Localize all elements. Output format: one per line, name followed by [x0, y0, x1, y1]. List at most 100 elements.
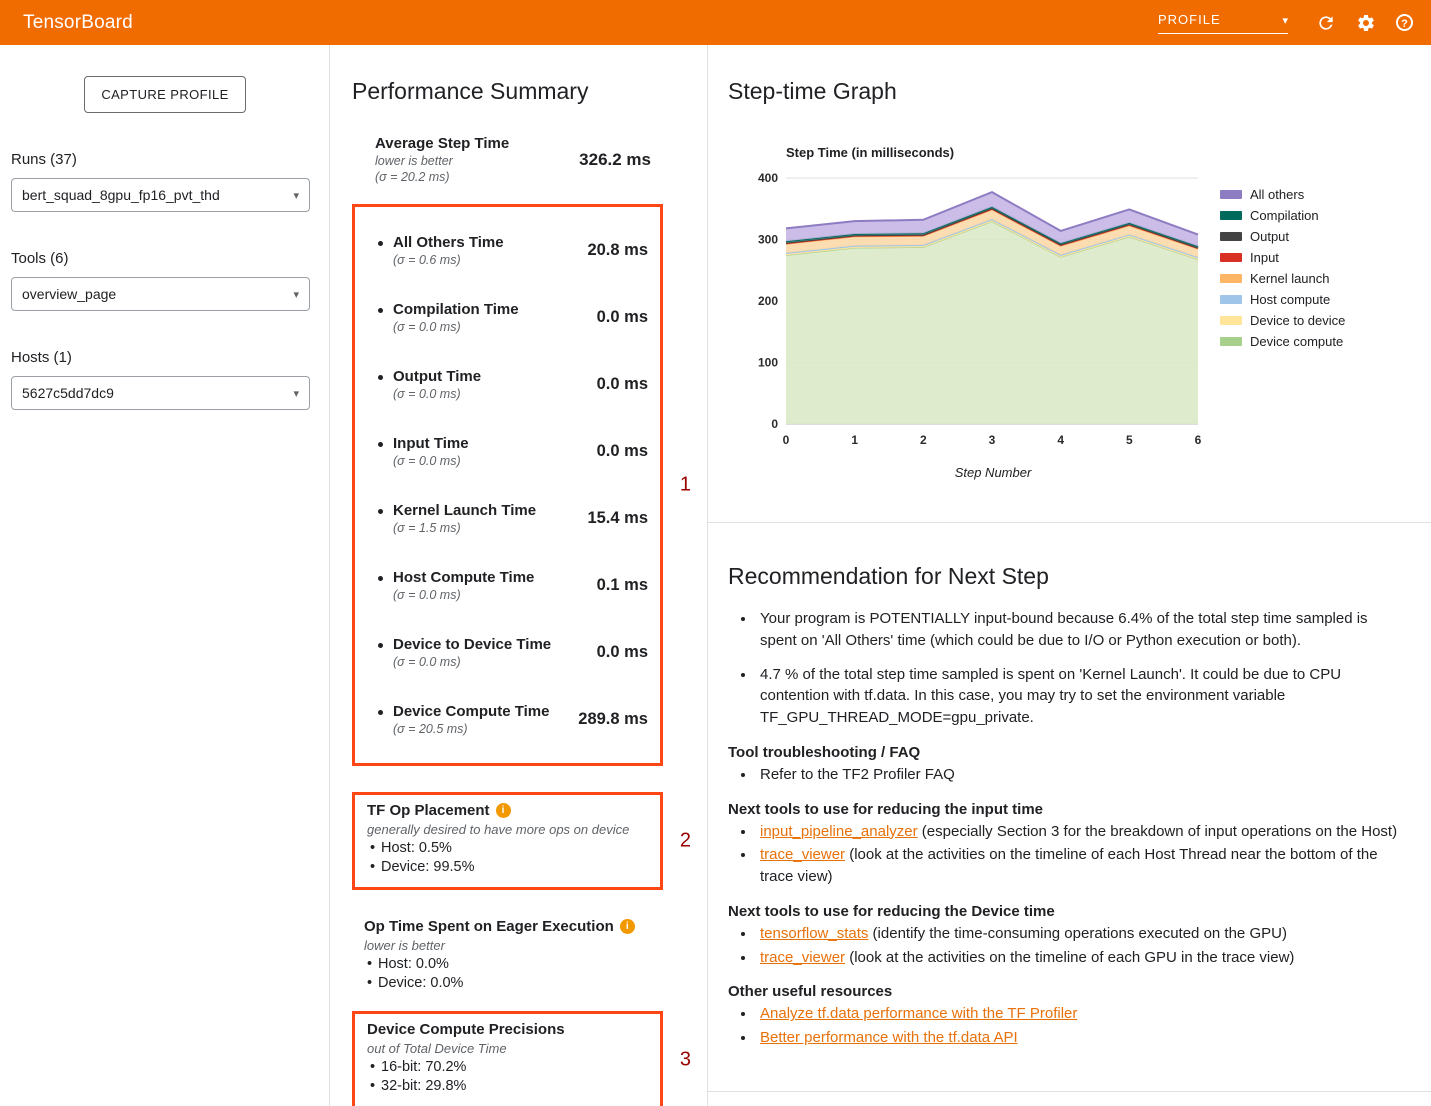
list-item: Device: 0.0% — [364, 974, 651, 993]
list-item: Refer to the TF2 Profiler FAQ — [756, 764, 1405, 786]
metric-value: 0.1 ms — [597, 576, 648, 595]
link[interactable]: input_pipeline_analyzer — [760, 823, 918, 840]
summary-metric-row: Host Compute Time (σ = 0.0 ms) 0.1 ms — [378, 552, 648, 619]
dashboard-selector[interactable]: PROFILE ▾ — [1158, 12, 1288, 34]
metric-sigma: (σ = 20.2 ms) — [375, 170, 509, 184]
section-title: TF Op Placement — [367, 802, 490, 819]
list-item: input_pipeline_analyzer (especially Sect… — [756, 821, 1405, 843]
metric-sigma: (σ = 0.0 ms) — [393, 588, 597, 602]
summary-metric-row: All Others Time (σ = 0.6 ms) 20.8 ms — [378, 217, 648, 284]
capture-profile-button[interactable]: CAPTURE PROFILE — [84, 76, 245, 113]
help-button[interactable]: ? — [1396, 14, 1413, 31]
svg-text:300: 300 — [758, 233, 778, 247]
list-item: tensorflow_stats (identify the time-cons… — [756, 923, 1405, 945]
legend-label: Host compute — [1250, 292, 1330, 307]
metric-sigma: (σ = 0.6 ms) — [393, 253, 587, 267]
info-icon[interactable]: i — [620, 919, 635, 934]
summary-metric-row: Device Compute Time (σ = 20.5 ms) 289.8 … — [378, 686, 648, 753]
legend-swatch — [1220, 211, 1242, 220]
bullet-icon — [378, 375, 383, 380]
tools-select[interactable]: overview_page ▾ — [11, 277, 310, 311]
bullet-icon — [378, 442, 383, 447]
recommendation-section: Tool troubleshooting / FAQ Refer to the T… — [728, 744, 1405, 786]
settings-button[interactable] — [1356, 13, 1376, 33]
app-title: TensorBoard — [23, 12, 133, 34]
hosts-selector-group: Hosts (1) 5627c5dd7dc9 ▾ — [11, 349, 319, 410]
performance-summary-panel: Performance Summary Average Step Time lo… — [330, 45, 708, 1106]
tools-select-value: overview_page — [22, 286, 116, 302]
bullet-icon — [378, 576, 383, 581]
section-title: Device Compute Precisions — [367, 1021, 565, 1038]
metric-label: Output Time — [393, 368, 597, 385]
hosts-select[interactable]: 5627c5dd7dc9 ▾ — [11, 376, 310, 410]
section-note: out of Total Device Time — [367, 1041, 648, 1056]
section-heading: Tool troubleshooting / FAQ — [728, 744, 1405, 761]
metric-value: 0.0 ms — [597, 643, 648, 662]
info-icon[interactable]: i — [496, 803, 511, 818]
metric-value: 289.8 ms — [578, 710, 648, 729]
tf-op-placement-box: TF Op Placement i generally desired to h… — [352, 792, 663, 890]
bullet-icon — [378, 710, 383, 715]
list-item: Host: 0.5% — [367, 839, 648, 858]
legend-swatch — [1220, 316, 1242, 325]
step-time-chart: 01002003004000123456 — [736, 166, 1206, 452]
metric-label: Host Compute Time — [393, 569, 597, 586]
metric-sigma: (σ = 0.0 ms) — [393, 387, 597, 401]
reload-icon — [1316, 13, 1336, 33]
step-time-breakdown-box: All Others Time (σ = 0.6 ms) 20.8 ms Com… — [352, 204, 663, 766]
chevron-down-icon: ▾ — [1282, 16, 1288, 27]
step-time-graph-card: Step-time Graph Step Time (in millisecon… — [708, 45, 1431, 523]
metric-label: Device to Device Time — [393, 636, 597, 653]
metric-sigma: (σ = 1.5 ms) — [393, 521, 587, 535]
svg-text:5: 5 — [1126, 433, 1133, 447]
annotation-3: 3 — [680, 1048, 691, 1071]
recommendation-bullets: Your program is POTENTIALLY input-bound … — [756, 608, 1405, 729]
sidebar: CAPTURE PROFILE Runs (37) bert_squad_8gp… — [0, 45, 330, 1106]
bullet-icon — [378, 241, 383, 246]
section-note: lower is better — [364, 938, 651, 953]
list-item: Device: 99.5% — [367, 858, 648, 877]
link[interactable]: trace_viewer — [760, 949, 845, 966]
device-compute-precisions-box: Device Compute Precisions out of Total D… — [352, 1011, 663, 1106]
legend-item: Input — [1220, 247, 1345, 268]
metric-note: lower is better — [375, 154, 509, 168]
chart-legend: All others Compilation Output Input Kern… — [1220, 184, 1345, 480]
metric-label: Input Time — [393, 435, 597, 452]
hosts-label: Hosts (1) — [11, 349, 319, 366]
summary-metric-row: Input Time (σ = 0.0 ms) 0.0 ms — [378, 418, 648, 485]
annotation-2: 2 — [680, 829, 691, 852]
legend-swatch — [1220, 190, 1242, 199]
legend-item: Compilation — [1220, 205, 1345, 226]
list-item: 32-bit: 29.8% — [367, 1077, 648, 1096]
runs-select[interactable]: bert_squad_8gpu_fp16_pvt_thd ▾ — [11, 178, 310, 212]
link[interactable]: tensorflow_stats — [760, 925, 868, 942]
bullet-icon — [378, 509, 383, 514]
reload-button[interactable] — [1316, 13, 1336, 33]
recommendation-sections: Tool troubleshooting / FAQ Refer to the T… — [728, 744, 1405, 1049]
recommendation-section: Next tools to use for reducing the Devic… — [728, 903, 1405, 969]
summary-metric-row: Device to Device Time (σ = 0.0 ms) 0.0 m… — [378, 619, 648, 686]
link[interactable]: Better performance with the tf.data API — [760, 1029, 1018, 1046]
eager-execution-section: Op Time Spent on Eager Execution i lower… — [352, 918, 663, 994]
metric-sigma: (σ = 0.0 ms) — [393, 320, 597, 334]
legend-swatch — [1220, 232, 1242, 241]
metric-value: 326.2 ms — [579, 150, 651, 170]
list-item: Host: 0.0% — [364, 955, 651, 974]
summary-metric-row: Kernel Launch Time (σ = 1.5 ms) 15.4 ms — [378, 485, 648, 552]
svg-text:2: 2 — [920, 433, 927, 447]
link[interactable]: trace_viewer — [760, 846, 845, 863]
legend-swatch — [1220, 253, 1242, 262]
section-heading: Next tools to use for reducing the Devic… — [728, 903, 1405, 920]
legend-label: Compilation — [1250, 208, 1319, 223]
list-item: 16-bit: 70.2% — [367, 1058, 648, 1077]
chevron-down-icon: ▾ — [293, 387, 299, 400]
average-step-time-metric: Average Step Time lower is better (σ = 2… — [352, 135, 663, 184]
summary-metric-row: Output Time (σ = 0.0 ms) 0.0 ms — [378, 351, 648, 418]
step-time-graph-title: Step-time Graph — [728, 78, 1407, 105]
link[interactable]: Analyze tf.data performance with the TF … — [760, 1005, 1077, 1022]
legend-item: Kernel launch — [1220, 268, 1345, 289]
legend-item: Host compute — [1220, 289, 1345, 310]
section-heading: Other useful resources — [728, 983, 1405, 1000]
precisions-list: 16-bit: 70.2%32-bit: 29.8% — [367, 1058, 648, 1097]
chevron-down-icon: ▾ — [293, 288, 299, 301]
